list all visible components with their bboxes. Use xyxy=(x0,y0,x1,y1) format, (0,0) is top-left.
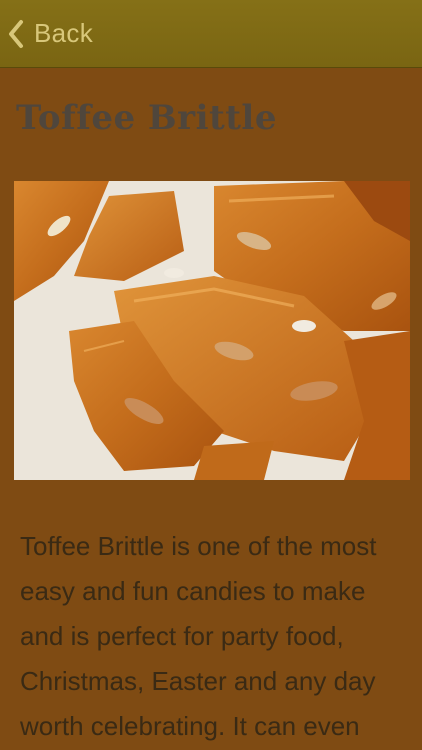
page-title: Toffee Brittle xyxy=(16,98,277,138)
back-button[interactable]: Back xyxy=(0,0,107,67)
chevron-left-icon xyxy=(9,19,23,48)
toffee-brittle-image xyxy=(14,181,410,480)
recipe-screen: Back Toffee Brittle Toffee Brittle is on… xyxy=(0,0,422,750)
back-label: Back xyxy=(34,18,94,48)
navigation-bar: Back xyxy=(0,0,422,68)
recipe-description: Toffee Brittle is one of the most easy a… xyxy=(20,531,377,741)
recipe-photo xyxy=(14,181,410,480)
